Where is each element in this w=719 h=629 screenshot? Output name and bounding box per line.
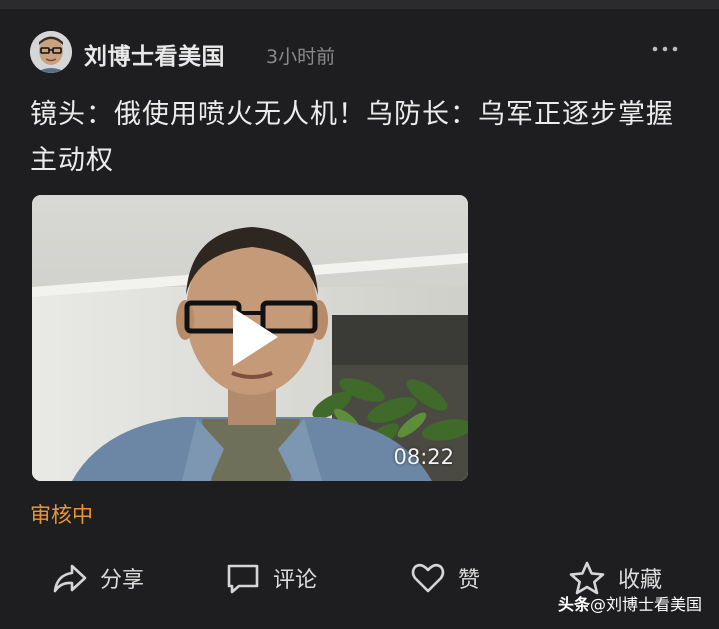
- author-avatar[interactable]: [30, 31, 72, 73]
- more-options-button[interactable]: [650, 39, 680, 59]
- watermark-brand: 头条: [557, 595, 590, 614]
- like-button[interactable]: 赞: [410, 560, 480, 596]
- source-watermark: 头条@刘博士看美国: [558, 591, 702, 615]
- share-button[interactable]: 分享: [52, 560, 144, 596]
- post-time: 3小时前: [266, 46, 336, 68]
- post-title[interactable]: 镜头：俄使用喷火无人机！乌防长：乌军正逐步掌握主动权: [30, 92, 690, 184]
- comment-icon: [227, 564, 259, 594]
- more-dots-icon: [652, 46, 678, 52]
- video-duration: 08:22: [393, 445, 454, 469]
- favorite-label: 收藏: [618, 568, 663, 593]
- like-label: 赞: [458, 568, 481, 593]
- watermark-handle: @刘博士看美国: [589, 595, 702, 614]
- author-name[interactable]: 刘博士看美国: [84, 37, 225, 71]
- video-player[interactable]: 08:22: [32, 195, 468, 481]
- review-status-label: 审核中: [30, 503, 93, 527]
- video-thumbnail: [32, 195, 468, 481]
- avatar-portrait-icon: [30, 31, 72, 73]
- top-divider: [0, 0, 719, 9]
- share-label: 分享: [100, 568, 145, 593]
- post-header: 刘博士看美国 3小时前: [30, 31, 690, 75]
- share-icon: [53, 564, 87, 593]
- comment-label: 评论: [273, 568, 318, 593]
- comment-button[interactable]: 评论: [225, 560, 317, 596]
- heart-icon: [411, 563, 445, 593]
